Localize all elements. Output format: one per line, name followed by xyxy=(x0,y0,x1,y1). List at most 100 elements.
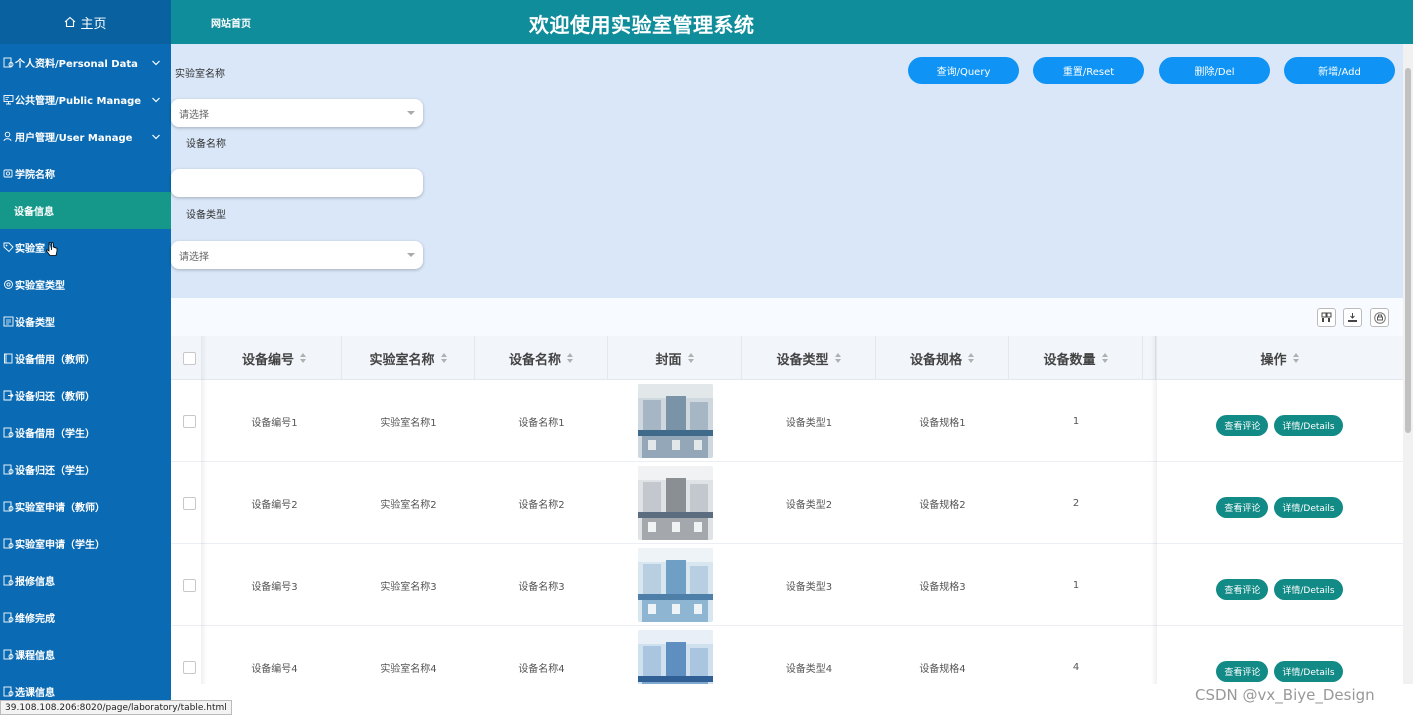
sidebar-item[interactable]: 维修完成 xyxy=(0,599,171,636)
sidebar-item[interactable]: 实验室申请（学生） xyxy=(0,525,171,562)
sort-icon[interactable] xyxy=(834,353,841,363)
device-name-label: 设备名称 xyxy=(186,139,226,150)
reset-button[interactable]: 重置/Reset xyxy=(1033,57,1144,84)
actions-cell: 查看评论 详情/Details xyxy=(1156,380,1403,462)
sort-icon[interactable] xyxy=(440,353,447,363)
column-header-label: 设备编号 xyxy=(241,352,294,368)
add-button[interactable]: 新增/Add xyxy=(1284,57,1395,84)
sidebar-item[interactable]: 实验室 xyxy=(0,229,171,266)
sort-icon[interactable] xyxy=(687,353,694,363)
cover-image[interactable] xyxy=(637,548,713,622)
cover-image[interactable] xyxy=(637,384,713,458)
details-button[interactable]: 详情/Details xyxy=(1274,578,1343,600)
row-checkbox[interactable] xyxy=(182,496,196,510)
cover-image[interactable] xyxy=(637,466,713,540)
details-button[interactable]: 详情/Details xyxy=(1274,414,1343,436)
fixed-column-shadow xyxy=(201,336,207,684)
sidebar-item[interactable]: 学院名称 xyxy=(0,155,171,192)
sidebar-item[interactable]: 设备归还（学生） xyxy=(0,451,171,488)
site-home-link[interactable]: 网站首页 xyxy=(211,15,251,30)
column-header[interactable]: 设备名称 xyxy=(475,336,608,380)
fixed-column-shadow-right xyxy=(1151,336,1157,684)
sort-icon[interactable] xyxy=(300,353,306,363)
row-checkbox[interactable] xyxy=(182,414,196,428)
sidebar-item-label: 实验室申请（学生） xyxy=(15,540,105,551)
column-header[interactable]: 封面 xyxy=(608,336,742,380)
sidebar-item[interactable]: 设备归还（教师） xyxy=(0,377,171,414)
view-comments-button[interactable]: 查看评论 xyxy=(1216,660,1269,682)
cover-image[interactable] xyxy=(637,630,713,684)
doc-icon xyxy=(2,168,14,180)
cell-spec: 设备规格1 xyxy=(919,417,966,429)
device-type-label: 设备类型 xyxy=(186,210,226,221)
chevron-down-icon xyxy=(407,253,415,257)
sidebar-item[interactable]: 设备类型 xyxy=(0,303,171,340)
chevron-down-icon xyxy=(152,60,160,65)
cell-qty: 1 xyxy=(1072,415,1080,427)
table-row[interactable]: 设备编号3 实验室名称3 设备名称3 设备类型3 设备规格3 1 查看评论 详情/Detail… xyxy=(171,544,1403,626)
sidebar-item[interactable]: 个人资料/Personal Data xyxy=(0,44,171,81)
device-type-select[interactable]: 请选择 xyxy=(171,241,423,269)
print-icon[interactable] xyxy=(1370,308,1389,327)
cell-name: 设备名称3 xyxy=(518,581,565,593)
sort-icon[interactable] xyxy=(1101,353,1108,363)
sidebar-item[interactable]: 设备信息 xyxy=(0,192,171,229)
column-header-label: 设备规格 xyxy=(909,352,962,368)
cover-cell xyxy=(608,544,742,626)
cover-cell xyxy=(608,380,742,462)
table-row[interactable]: 设备编号2 实验室名称2 设备名称2 设备类型2 设备规格2 2 查看评论 详情/Detail… xyxy=(171,462,1403,544)
columns-icon[interactable] xyxy=(1317,308,1336,327)
column-header[interactable]: 设备规格 xyxy=(876,336,1009,380)
column-header[interactable]: 设备类型 xyxy=(742,336,876,380)
home-label: 主页 xyxy=(80,16,107,32)
cell-name: 设备名称1 xyxy=(518,417,565,429)
query-button[interactable]: 查询/Query xyxy=(908,57,1019,84)
device-name-input[interactable] xyxy=(171,169,423,197)
sidebar-item-label: 实验室类型 xyxy=(15,281,65,292)
details-button[interactable]: 详情/Details xyxy=(1274,496,1343,518)
column-header[interactable]: 实验室名称 xyxy=(342,336,475,380)
cell-code: 设备编号3 xyxy=(251,581,298,593)
user-doc-icon xyxy=(2,612,14,624)
sidebar-item[interactable]: 用户管理/User Manage xyxy=(0,118,171,155)
cell-spec: 设备规格3 xyxy=(919,581,966,593)
table-row[interactable]: 设备编号4 实验室名称4 设备名称4 设备类型4 设备规格4 4 查看评论 详情/Detail… xyxy=(171,626,1403,684)
row-checkbox[interactable] xyxy=(182,660,196,674)
scrollbar-thumb[interactable] xyxy=(1405,68,1411,433)
sidebar-item[interactable]: 课程信息 xyxy=(0,636,171,673)
sort-icon[interactable] xyxy=(968,353,974,363)
sidebar-item[interactable]: 实验室申请（教师） xyxy=(0,488,171,525)
cell-code: 设备编号2 xyxy=(251,499,298,511)
user-doc-icon xyxy=(2,649,14,661)
sidebar-item[interactable]: 设备借用（学生） xyxy=(0,414,171,451)
cell-type: 设备类型1 xyxy=(785,417,833,429)
sidebar-home[interactable]: 主页 xyxy=(0,0,171,44)
view-comments-button[interactable]: 查看评论 xyxy=(1216,414,1269,436)
column-header-label: 封面 xyxy=(655,352,682,368)
watermark: CSDN @vx_Biye_Design xyxy=(1195,686,1375,704)
sidebar-item[interactable]: 设备借用（教师） xyxy=(0,340,171,377)
view-comments-button[interactable]: 查看评论 xyxy=(1216,578,1269,600)
lab-name-label: 实验室名称 xyxy=(175,69,225,80)
table-row[interactable]: 设备编号1 实验室名称1 设备名称1 设备类型1 设备规格1 1 查看评论 详情/Detail… xyxy=(171,380,1403,462)
view-comments-button[interactable]: 查看评论 xyxy=(1216,496,1269,518)
lab-name-select[interactable]: 请选择 xyxy=(171,99,423,127)
cell-type: 设备类型3 xyxy=(785,581,833,593)
sidebar-item[interactable]: 实验室类型 xyxy=(0,266,171,303)
sidebar-item[interactable]: 公共管理/Public Manage xyxy=(0,81,171,118)
vertical-scrollbar[interactable] xyxy=(1403,44,1413,684)
sidebar-item-label: 选课信息 xyxy=(15,688,55,699)
select-all-checkbox[interactable] xyxy=(182,351,196,365)
details-button[interactable]: 详情/Details xyxy=(1274,660,1343,682)
sidebar: 主页 个人资料/Personal Data 公共管理/Public Manage 用… xyxy=(0,0,171,715)
sidebar-item[interactable]: 报修信息 xyxy=(0,562,171,599)
delete-button[interactable]: 删除/Del xyxy=(1159,57,1270,84)
column-header[interactable]: 操作 xyxy=(1156,336,1403,380)
sort-icon[interactable] xyxy=(567,353,573,363)
column-header[interactable]: 设备编号 xyxy=(207,336,342,380)
column-header[interactable]: 设备数量 xyxy=(1009,336,1143,380)
row-checkbox[interactable] xyxy=(182,578,196,592)
export-icon[interactable] xyxy=(1343,308,1362,327)
cell-qty: 1 xyxy=(1072,579,1080,591)
sort-icon[interactable] xyxy=(1292,353,1299,363)
